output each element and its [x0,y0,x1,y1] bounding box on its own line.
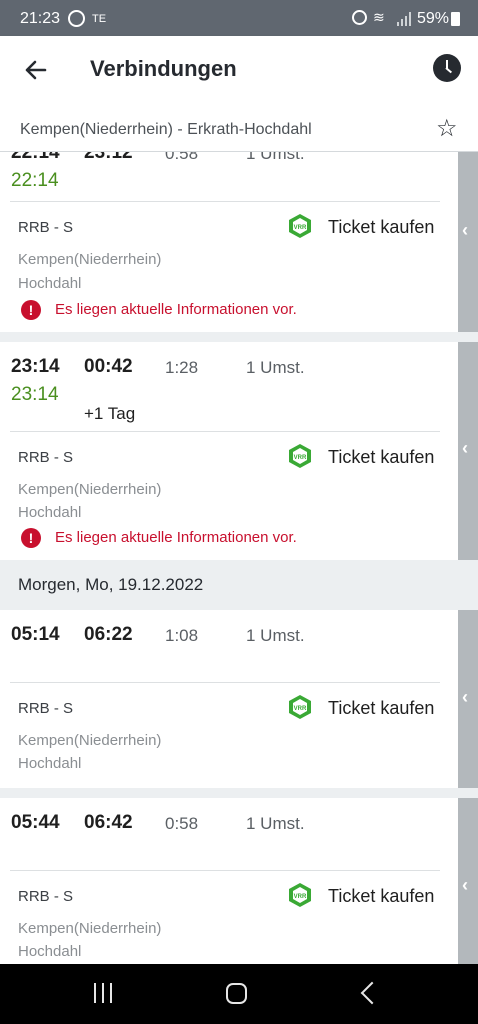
home-button[interactable] [226,983,247,1004]
history-button[interactable] [433,54,461,82]
favorite-button[interactable]: ☆ [436,114,458,143]
changes: 1 Umst. [246,152,305,163]
alert-circle-icon: ! [21,300,41,320]
buy-ticket-link[interactable]: Ticket kaufen [328,698,434,719]
buy-ticket-link[interactable]: Ticket kaufen [328,217,434,238]
expand-handle[interactable]: ‹ [458,610,478,788]
arrival-time: 00:42 [84,356,133,377]
arrival-time: 06:42 [84,812,133,833]
changes: 1 Umst. [246,814,305,833]
vrr-logo-icon: VRR [289,695,311,719]
route-label: Kempen(Niederrhein) - Erkrath-Hochdahl [20,121,312,138]
duration: 0:58 [165,152,199,163]
info-message: Es liegen aktuelle Informationen vor. [55,301,297,318]
svg-text:VRR: VRR [294,455,307,461]
buy-ticket-link[interactable]: Ticket kaufen [328,886,434,907]
arrival-time: 06:22 [84,624,133,645]
product-label: RRB - S [18,449,74,466]
buy-ticket-link[interactable]: Ticket kaufen [328,447,434,468]
svg-text:VRR: VRR [294,706,307,712]
divider [10,201,440,202]
expand-handle[interactable]: ‹ [458,798,478,964]
star-outline-icon: ☆ [436,115,458,142]
svg-text:VRR: VRR [294,894,307,900]
status-time: 21:23 [20,10,61,27]
destination-station: Hochdahl [18,755,82,772]
wifi-icon: ≋ [373,9,385,25]
chevron-left-icon: ‹ [462,687,468,707]
duration: 1:08 [165,626,199,645]
departure-time: 05:44 [11,812,60,833]
svg-text:VRR: VRR [294,225,307,231]
origin-station: Kempen(Niederrhein) [18,481,162,498]
vrr-logo-icon: VRR [289,444,311,468]
arrow-left-icon [25,60,47,80]
vrr-logo-icon: VRR [289,883,311,907]
expand-handle[interactable]: ‹ [458,342,478,560]
alert-circle-icon: ! [21,528,41,548]
connection-card[interactable]: 23:14 00:42 1:28 1 Umst. 23:14 +1 Tag RR… [0,342,458,560]
route-bar: Kempen(Niederrhein) - Erkrath-Hochdahl ☆ [0,104,478,152]
duration: 1:28 [165,358,199,377]
divider [10,431,440,432]
chevron-left-icon: ‹ [462,220,468,240]
info-message: Es liegen aktuelle Informationen vor. [55,529,297,546]
departure-time: 22:14 [11,152,60,163]
destination-station: Hochdahl [18,943,82,960]
destination-station: Hochdahl [18,504,82,521]
realtime-departure: 23:14 [11,384,59,405]
battery-level: 59% [417,10,450,27]
changes: 1 Umst. [246,626,305,645]
system-back-button[interactable] [360,981,384,1005]
back-button[interactable] [18,52,54,88]
status-bar: 21:23 TE ≋ 59% [0,0,478,36]
destination-station: Hochdahl [18,275,82,292]
departure-time: 05:14 [11,624,60,645]
page-title: Verbindungen [90,56,237,81]
app-bar: Verbindungen [0,36,478,104]
connection-list[interactable]: 22:14 23:12 0:58 1 Umst. 22:14 RRB - S V… [0,152,478,964]
origin-station: Kempen(Niederrhein) [18,920,162,937]
day-header: Morgen, Mo, 19.12.2022 [0,560,478,610]
system-nav-bar [0,964,478,1024]
connection-card[interactable]: 05:44 06:42 0:58 1 Umst. RRB - S VRR Tic… [0,798,458,964]
chevron-left-icon: ‹ [462,438,468,458]
recents-button[interactable] [92,983,114,1005]
departure-time: 23:14 [11,356,60,377]
connection-card[interactable]: 05:14 06:22 1:08 1 Umst. RRB - S VRR Tic… [0,610,458,788]
realtime-departure: 22:14 [11,170,59,191]
connection-card[interactable]: 22:14 23:12 0:58 1 Umst. 22:14 RRB - S V… [0,152,458,332]
origin-station: Kempen(Niederrhein) [18,732,162,749]
changes: 1 Umst. [246,358,305,377]
divider [10,682,440,683]
divider [10,870,440,871]
day-header-label: Morgen, Mo, 19.12.2022 [18,575,204,594]
vrr-logo-icon: VRR [289,214,311,238]
signal-icon [397,12,411,26]
expand-handle[interactable]: ‹ [458,152,478,332]
chevron-left-icon: ‹ [462,875,468,895]
product-label: RRB - S [18,219,74,236]
whatsapp-icon [68,10,85,27]
status-carrier: TE [92,13,107,25]
duration: 0:58 [165,814,199,833]
product-label: RRB - S [18,700,74,717]
battery-icon [451,12,460,26]
alarm-icon [352,10,367,25]
arrival-time: 23:12 [84,152,133,163]
product-label: RRB - S [18,888,74,905]
next-day-label: +1 Tag [84,404,136,423]
origin-station: Kempen(Niederrhein) [18,251,162,268]
